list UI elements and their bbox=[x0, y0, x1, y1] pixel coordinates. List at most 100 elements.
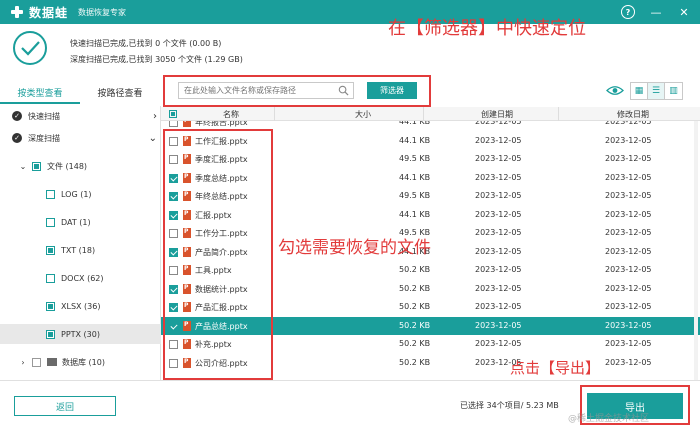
table-row[interactable]: 年终报告.pptx 44.1 KB 2023-12-05 2023-12-05 bbox=[161, 121, 700, 132]
row-checkbox[interactable] bbox=[169, 266, 178, 275]
minimize-button[interactable]: — bbox=[648, 4, 664, 20]
tab-by-type[interactable]: 按类型查看 bbox=[0, 86, 80, 104]
tree-pptx[interactable]: PPTX (30) bbox=[0, 324, 161, 344]
col-modified[interactable]: 修改日期 bbox=[617, 109, 649, 120]
help-button[interactable]: ? bbox=[620, 4, 636, 20]
row-checkbox[interactable] bbox=[169, 136, 178, 146]
detail-view-button[interactable]: ▥ bbox=[665, 83, 682, 99]
table-scrollbar[interactable] bbox=[694, 121, 698, 380]
file-created: 2023-12-05 bbox=[475, 172, 522, 182]
table-row[interactable]: 补充.pptx 50.2 KB 2023-12-05 2023-12-05 bbox=[161, 335, 700, 354]
row-checkbox[interactable] bbox=[169, 303, 178, 312]
tree-dat[interactable]: DAT (1) bbox=[0, 212, 161, 232]
search-icon[interactable] bbox=[338, 85, 349, 96]
search-box bbox=[178, 82, 354, 99]
tree-checkbox[interactable] bbox=[46, 301, 55, 311]
col-name[interactable]: 名称 bbox=[223, 109, 239, 120]
view-tabs: 按类型查看 按路径查看 bbox=[0, 86, 160, 104]
chevron-right-icon: › bbox=[153, 110, 157, 122]
tree-label: DAT (1) bbox=[61, 217, 91, 227]
row-checkbox[interactable] bbox=[169, 155, 178, 164]
tree-checkbox[interactable] bbox=[46, 329, 55, 339]
file-modified: 2023-12-05 bbox=[605, 135, 652, 145]
row-checkbox[interactable] bbox=[169, 247, 178, 257]
pptx-file-icon bbox=[183, 121, 191, 127]
pptx-file-icon bbox=[183, 135, 191, 146]
file-size: 50.2 KB bbox=[399, 320, 431, 330]
list-icon: ☰ bbox=[651, 86, 661, 96]
file-modified: 2023-12-05 bbox=[605, 228, 652, 237]
tree-checkbox[interactable] bbox=[46, 273, 55, 283]
table-row[interactable]: 公司介绍.pptx50.2 KB2023-12-052023-12-05 bbox=[161, 354, 700, 373]
file-name: 季度总结.pptx bbox=[195, 173, 248, 183]
tree-label: 深度扫描 bbox=[28, 133, 60, 143]
row-checkbox[interactable] bbox=[169, 192, 178, 201]
window-controls: ? — ✕ bbox=[620, 4, 692, 20]
scan-complete-icon bbox=[13, 31, 47, 65]
help-icon: ? bbox=[621, 5, 635, 19]
tree-checkbox[interactable] bbox=[32, 161, 41, 171]
column-divider bbox=[423, 107, 424, 121]
tab-by-path[interactable]: 按路径查看 bbox=[80, 86, 160, 104]
footer-bar: 返回 已选择 34个项目/ 5.23 MB 导出 @稀土掘金技术社区 bbox=[0, 380, 700, 426]
row-checkbox[interactable] bbox=[169, 340, 178, 349]
title-bar: 数据蛙 数据恢复专家 ? — ✕ bbox=[0, 0, 700, 24]
row-checkbox[interactable] bbox=[169, 210, 178, 220]
close-button[interactable]: ✕ bbox=[676, 4, 692, 20]
file-modified: 2023-12-05 bbox=[605, 172, 652, 182]
tree-checkbox[interactable] bbox=[46, 217, 55, 227]
chevron-down-icon[interactable]: ⌄ bbox=[18, 162, 28, 171]
tree-checkbox[interactable] bbox=[46, 189, 55, 199]
file-size: 50.2 KB bbox=[399, 283, 431, 293]
file-created: 2023-12-05 bbox=[475, 228, 522, 237]
tree-checkbox[interactable] bbox=[46, 245, 55, 255]
row-checkbox[interactable] bbox=[169, 121, 178, 127]
file-size: 44.1 KB bbox=[399, 172, 431, 182]
file-modified: 2023-12-05 bbox=[605, 283, 652, 293]
file-name: 季度汇报.pptx bbox=[195, 155, 248, 164]
tree-xlsx[interactable]: XLSX (36) bbox=[0, 296, 161, 316]
file-table-header: 名称 大小 创建日期 修改日期 bbox=[161, 107, 700, 121]
tree-log[interactable]: LOG (1) bbox=[0, 184, 161, 204]
file-name: 数据统计.pptx bbox=[195, 284, 248, 294]
tree-docx[interactable]: DOCX (62) bbox=[0, 268, 161, 288]
col-size[interactable]: 大小 bbox=[355, 109, 371, 120]
tree-database[interactable]: › 数据库 (10) bbox=[0, 352, 161, 372]
tree-files[interactable]: ⌄ 文件 (148) bbox=[0, 156, 161, 176]
file-name: 公司介绍.pptx bbox=[195, 358, 248, 368]
table-row[interactable]: 汇报.pptx 44.1 KB 2023-12-05 2023-12-05 bbox=[161, 206, 700, 225]
search-input[interactable] bbox=[179, 83, 334, 98]
col-created[interactable]: 创建日期 bbox=[481, 109, 513, 120]
preview-eye-icon[interactable] bbox=[606, 84, 624, 97]
list-view-button[interactable]: ☰ bbox=[648, 83, 665, 99]
tree-label: PPTX (30) bbox=[61, 329, 100, 339]
table-row[interactable]: 工作汇报.pptx 44.1 KB 2023-12-05 2023-12-05 bbox=[161, 132, 700, 151]
row-checkbox[interactable] bbox=[169, 284, 178, 294]
table-row[interactable]: 季度汇报.pptx 49.5 KB 2023-12-05 2023-12-05 bbox=[161, 150, 700, 169]
row-checkbox[interactable] bbox=[169, 229, 178, 238]
file-created: 2023-12-05 bbox=[475, 121, 522, 126]
table-row[interactable]: 工具.pptx 50.2 KB 2023-12-05 2023-12-05 bbox=[161, 261, 700, 280]
tree-quick-scan[interactable]: ✓ 快速扫描 › bbox=[0, 106, 161, 126]
tree-txt[interactable]: TXT (18) bbox=[0, 240, 161, 260]
file-modified: 2023-12-05 bbox=[605, 302, 652, 311]
table-row[interactable]: 数据统计.pptx 50.2 KB 2023-12-05 2023-12-05 bbox=[161, 280, 700, 299]
tree-checkbox[interactable] bbox=[32, 357, 41, 367]
back-button[interactable]: 返回 bbox=[14, 396, 116, 416]
select-all-checkbox[interactable] bbox=[169, 110, 177, 118]
table-row[interactable]: 产品汇报.pptx 50.2 KB 2023-12-05 2023-12-05 bbox=[161, 298, 700, 317]
tree-label: LOG (1) bbox=[61, 189, 92, 199]
tree-deep-scan[interactable]: ✓ 深度扫描 ⌄ bbox=[0, 128, 161, 148]
filter-button[interactable]: 筛选器 bbox=[367, 82, 417, 99]
grid-view-button[interactable]: ▦ bbox=[631, 83, 648, 99]
file-size: 49.5 KB bbox=[399, 154, 431, 163]
row-checkbox[interactable] bbox=[169, 321, 178, 331]
table-row[interactable]: 季度总结.pptx 44.1 KB 2023-12-05 2023-12-05 bbox=[161, 169, 700, 188]
chevron-right-icon[interactable]: › bbox=[18, 358, 28, 367]
pptx-file-icon bbox=[183, 320, 191, 331]
file-modified: 2023-12-05 bbox=[605, 191, 652, 200]
row-checkbox[interactable] bbox=[169, 173, 178, 183]
row-checkbox[interactable] bbox=[169, 358, 178, 368]
table-row[interactable]: 产品总结.pptx 50.2 KB 2023-12-05 2023-12-05 bbox=[161, 316, 700, 335]
table-row[interactable]: 年终总结.pptx 49.5 KB 2023-12-05 2023-12-05 bbox=[161, 187, 700, 206]
